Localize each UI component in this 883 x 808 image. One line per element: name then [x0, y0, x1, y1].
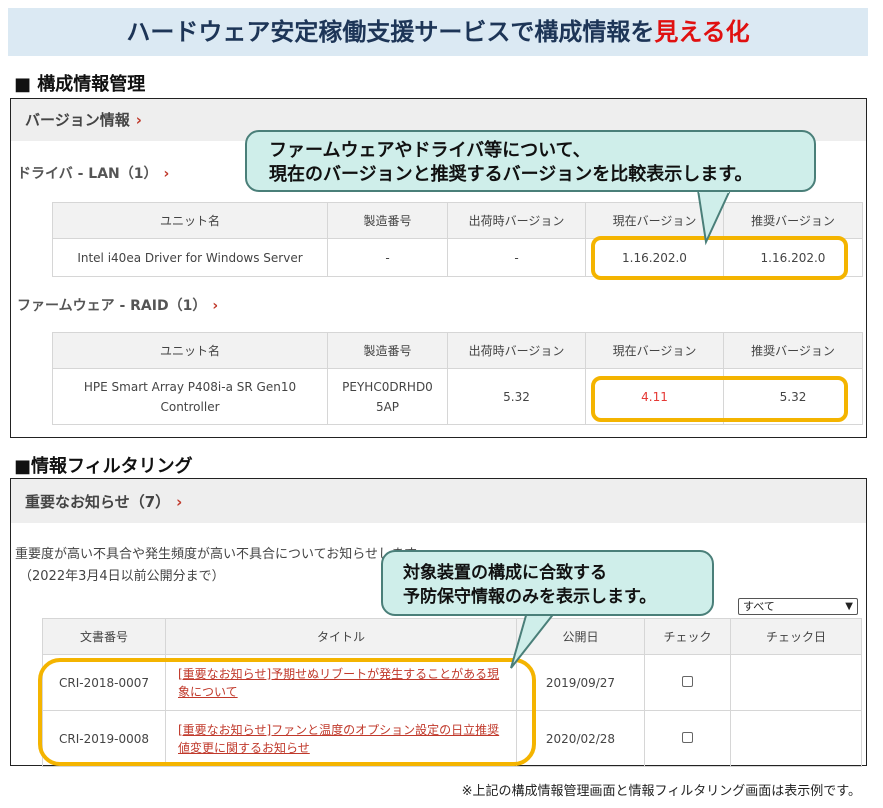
section-title-filter: ■情報フィルタリング	[14, 456, 193, 477]
footnote: ※上記の構成情報管理画面と情報フィルタリング画面は表示例です。	[461, 784, 861, 799]
table-header-row: 文書番号 タイトル 公開日 チェック チェック日	[42, 618, 862, 655]
callout-line: ファームウェアやドライバ等について、	[269, 140, 591, 161]
column-header: 出荷時バージョン	[447, 332, 586, 369]
callout-line: 対象装置の構成に合致する	[403, 563, 607, 583]
callout-line: 現在のバージョンと推奨するバージョンを比較表示します。	[269, 164, 753, 185]
notice-date-note: （2022年3月4日以前公開分まで）	[19, 569, 225, 584]
callout-pointer	[696, 189, 732, 246]
table-header-row: ユニット名 製造番号 出荷時バージョン 現在バージョン 推奨バージョン	[52, 202, 863, 239]
firmware-raid-heading[interactable]: ファームウェア - RAID（1） ›	[17, 295, 218, 315]
check-cell	[644, 710, 731, 767]
column-header: 推奨バージョン	[723, 202, 863, 239]
check-date-cell	[730, 654, 862, 711]
serial-cell: -	[327, 238, 448, 277]
chevron-right-icon[interactable]: ›	[136, 111, 142, 129]
section-title-config: ■ 構成情報管理	[14, 74, 146, 95]
table-header-row: ユニット名 製造番号 出荷時バージョン 現在バージョン 推奨バージョン	[52, 332, 863, 369]
panel-title-version[interactable]: バージョン情報	[25, 111, 130, 129]
chevron-right-icon[interactable]: ›	[164, 166, 170, 182]
callout-line: 予防保守情報のみを表示します。	[403, 587, 657, 607]
panel-header-notice[interactable]: 重要なお知らせ（7） ›	[11, 479, 866, 523]
column-header: チェック	[644, 618, 731, 655]
unit-name-cell: Intel i40ea Driver for Windows Server	[52, 238, 328, 277]
filter-select[interactable]: すべて ▼	[738, 598, 858, 615]
banner-highlight: 見える化	[654, 18, 750, 46]
column-header: タイトル	[165, 618, 517, 655]
chevron-right-icon[interactable]: ›	[176, 493, 182, 511]
driver-lan-heading[interactable]: ドライバ - LAN（1） ›	[17, 163, 169, 183]
column-header: 推奨バージョン	[723, 332, 863, 369]
notice-description: 重要度が高い不具合や発生頻度が高い不具合についてお知らせします。	[15, 547, 429, 562]
serial-cell: PEYHC0DRHD0 5AP	[327, 368, 448, 425]
notice-highlight-box	[38, 658, 536, 766]
filter-callout: 対象装置の構成に合致する 予防保守情報のみを表示します。	[381, 550, 714, 616]
page-banner: ハードウェア安定稼働支援サービスで構成情報を見える化	[8, 8, 868, 56]
check-checkbox[interactable]	[682, 731, 693, 743]
check-cell	[644, 654, 731, 711]
banner-title: ハードウェア安定稼働支援サービスで構成情報を	[126, 18, 655, 46]
column-header: 出荷時バージョン	[447, 202, 586, 239]
version-highlight-box	[591, 376, 848, 422]
chevron-right-icon[interactable]: ›	[212, 298, 218, 314]
column-header: ユニット名	[52, 332, 328, 369]
firmware-raid-label[interactable]: ファームウェア - RAID（1）	[17, 298, 206, 314]
callout-pointer	[510, 611, 558, 669]
version-callout: ファームウェアやドライバ等について、 現在のバージョンと推奨するバージョンを比較…	[245, 130, 816, 192]
column-header: チェック日	[730, 618, 862, 655]
shipped-version-cell: 5.32	[447, 368, 586, 425]
filter-select-value: すべて	[743, 600, 775, 613]
column-header: 製造番号	[327, 202, 448, 239]
shipped-version-cell: -	[447, 238, 586, 277]
chevron-down-icon: ▼	[845, 601, 853, 612]
panel-title-notice[interactable]: 重要なお知らせ（7）	[25, 493, 170, 511]
column-header: ユニット名	[52, 202, 328, 239]
driver-lan-label[interactable]: ドライバ - LAN（1）	[17, 166, 158, 182]
check-checkbox[interactable]	[682, 675, 693, 687]
column-header: 現在バージョン	[585, 332, 724, 369]
column-header: 文書番号	[42, 618, 166, 655]
unit-name-cell: HPE Smart Array P408i-a SR Gen10 Control…	[52, 368, 328, 425]
check-date-cell	[730, 710, 862, 767]
column-header: 製造番号	[327, 332, 448, 369]
